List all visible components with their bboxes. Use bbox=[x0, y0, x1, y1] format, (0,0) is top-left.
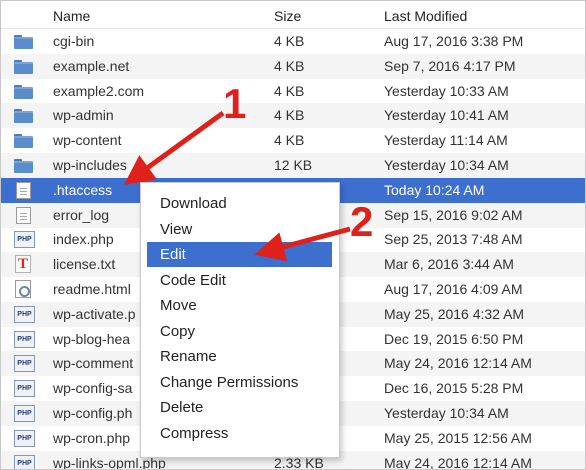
file-size: 12 KB bbox=[274, 157, 313, 173]
file-name[interactable]: wp-includes bbox=[53, 157, 127, 173]
file-name[interactable]: wp-activate.p bbox=[53, 306, 135, 322]
file-last-modified: Yesterday 10:34 AM bbox=[384, 157, 509, 173]
file-last-modified: Yesterday 10:33 AM bbox=[384, 82, 509, 99]
column-header-size[interactable]: Size bbox=[274, 8, 301, 24]
column-header-name[interactable]: Name bbox=[53, 8, 90, 24]
file-last-modified: May 24, 2016 12:14 AM bbox=[384, 454, 532, 470]
context-menu-item-copy[interactable]: Copy bbox=[147, 319, 332, 344]
file-size: 4 KB bbox=[274, 82, 305, 99]
file-last-modified: Mar 6, 2016 3:44 AM bbox=[384, 256, 514, 273]
document-icon bbox=[16, 181, 31, 199]
php-file-icon: PHP bbox=[14, 330, 35, 348]
file-name[interactable]: wp-config.ph bbox=[53, 405, 132, 421]
file-last-modified: Aug 17, 2016 3:38 PM bbox=[384, 33, 524, 49]
context-menu-item-change-permissions[interactable]: Change Permissions bbox=[147, 370, 332, 395]
file-size: 4 KB bbox=[274, 132, 305, 149]
php-file-icon: PHP bbox=[14, 429, 35, 447]
annotation-step-2: 2 bbox=[350, 198, 374, 245]
file-size: 4 KB bbox=[274, 33, 305, 49]
file-last-modified: Yesterday 11:14 AM bbox=[384, 132, 508, 149]
file-last-modified: Yesterday 10:41 AM bbox=[384, 107, 509, 124]
file-name[interactable]: wp-comment bbox=[53, 355, 133, 371]
file-name[interactable]: wp-config-sa bbox=[53, 380, 132, 396]
folder-icon bbox=[14, 107, 34, 124]
context-menu-item-label: Download bbox=[160, 195, 227, 212]
column-header-last-modified[interactable]: Last Modified bbox=[384, 8, 467, 24]
file-last-modified: Today 10:24 AM bbox=[384, 181, 485, 198]
folder-icon bbox=[14, 83, 34, 100]
file-last-modified: Aug 17, 2016 4:09 AM bbox=[384, 281, 523, 297]
context-menu-item-download[interactable]: Download bbox=[147, 191, 332, 216]
php-file-icon: PHP bbox=[14, 355, 35, 373]
file-name[interactable]: cgi-bin bbox=[53, 33, 94, 49]
context-menu-item-compress[interactable]: Compress bbox=[147, 421, 332, 446]
context-menu-item-view[interactable]: View bbox=[147, 217, 332, 242]
folder-icon bbox=[14, 132, 34, 149]
file-name[interactable]: readme.html bbox=[53, 281, 131, 297]
file-size: 4 KB bbox=[274, 57, 305, 74]
context-menu-item-delete[interactable]: Delete bbox=[147, 395, 332, 420]
file-last-modified: Sep 15, 2016 9:02 AM bbox=[384, 206, 523, 223]
file-list-header: Name Size Last Modified bbox=[1, 3, 585, 29]
file-last-modified: Sep 25, 2013 7:48 AM bbox=[384, 231, 523, 248]
file-row[interactable]: wp-includes 12 KB Yesterday 10:34 AM bbox=[1, 153, 585, 178]
file-last-modified: May 25, 2015 12:56 AM bbox=[384, 429, 532, 446]
context-menu-item-label: Change Permissions bbox=[160, 373, 299, 391]
file-name[interactable]: .htaccess bbox=[53, 182, 112, 198]
context-menu-item-label: Code Edit bbox=[160, 271, 226, 289]
file-name[interactable]: wp-blog-hea bbox=[53, 331, 130, 347]
text-file-icon: T bbox=[15, 255, 31, 274]
context-menu-item-label: Move bbox=[160, 297, 197, 314]
file-last-modified: Dec 19, 2015 6:50 PM bbox=[384, 330, 524, 347]
file-last-modified: Dec 16, 2015 5:28 PM bbox=[384, 380, 524, 397]
context-menu: Download View Edit Code Edit Move Copy Rename C… bbox=[140, 182, 340, 458]
context-menu-item-label: Copy bbox=[160, 322, 196, 340]
html-file-icon bbox=[15, 280, 31, 298]
context-menu-item-rename[interactable]: Rename bbox=[147, 344, 332, 369]
file-name[interactable]: license.txt bbox=[53, 256, 115, 272]
file-last-modified: May 25, 2016 4:32 AM bbox=[384, 305, 525, 322]
file-name[interactable]: wp-content bbox=[53, 132, 121, 148]
php-file-icon: PHP bbox=[14, 454, 35, 469]
php-file-icon: PHP bbox=[14, 405, 35, 422]
context-menu-item-code-edit[interactable]: Code Edit bbox=[147, 268, 332, 293]
php-file-icon: PHP bbox=[14, 231, 35, 249]
folder-icon bbox=[14, 58, 34, 75]
folder-icon bbox=[14, 33, 34, 50]
context-menu-item-label: View bbox=[160, 220, 193, 238]
file-row[interactable]: wp-admin 4 KB Yesterday 10:41 AM bbox=[1, 103, 585, 129]
file-row[interactable]: example.net 4 KB Sep 7, 2016 4:17 PM bbox=[1, 53, 585, 79]
document-icon bbox=[16, 206, 31, 224]
file-name[interactable]: wp-admin bbox=[53, 107, 114, 123]
file-name[interactable]: example.net bbox=[53, 58, 129, 74]
file-name[interactable]: example2.com bbox=[53, 83, 144, 99]
annotation-step-1: 1 bbox=[223, 80, 247, 127]
file-manager: Name Size Last Modified cgi-bin 4 KB Aug 1… bbox=[0, 0, 586, 470]
context-menu-item-label: Compress bbox=[160, 424, 229, 442]
file-row[interactable]: example2.com 4 KB Yesterday 10:33 AM bbox=[1, 79, 585, 104]
file-last-modified: May 24, 2016 12:14 AM bbox=[384, 355, 532, 372]
folder-icon bbox=[14, 157, 34, 174]
php-file-icon: PHP bbox=[14, 380, 35, 398]
file-size: 4 KB bbox=[274, 107, 305, 124]
file-last-modified: Yesterday 10:34 AM bbox=[384, 405, 509, 421]
context-menu-item-label: Rename bbox=[160, 348, 217, 365]
context-menu-item-move[interactable]: Move bbox=[147, 293, 332, 318]
file-name[interactable]: index.php bbox=[53, 231, 114, 247]
file-name[interactable]: error_log bbox=[53, 207, 109, 223]
file-row[interactable]: wp-content 4 KB Yesterday 11:14 AM bbox=[1, 128, 585, 153]
file-last-modified: Sep 7, 2016 4:17 PM bbox=[384, 57, 516, 74]
context-menu-item-label: Delete bbox=[160, 399, 204, 416]
context-menu-item-edit[interactable]: Edit bbox=[147, 242, 332, 267]
file-row[interactable]: cgi-bin 4 KB Aug 17, 2016 3:38 PM bbox=[1, 29, 585, 54]
php-file-icon: PHP bbox=[14, 305, 35, 323]
context-menu-item-label: Edit bbox=[160, 246, 186, 263]
file-name[interactable]: wp-cron.php bbox=[53, 430, 130, 446]
